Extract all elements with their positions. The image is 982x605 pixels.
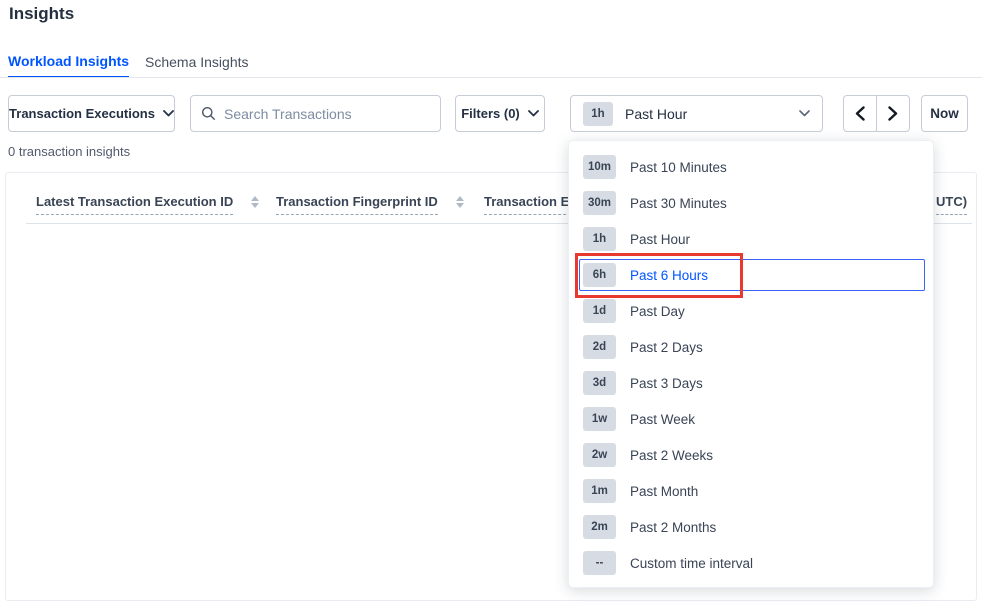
table-column-header[interactable]: Transaction Fingerprint ID [276,194,464,215]
interval-label: Past Month [630,484,698,499]
tab-schema-insights[interactable]: Schema Insights [145,45,249,78]
tabs-divider [0,77,982,78]
interval-label: Past Week [630,412,695,427]
interval-label: Custom time interval [630,556,753,571]
sort-icon [456,196,464,208]
interval-badge: 1m [583,479,616,503]
time-option-10m[interactable]: 10m Past 10 Minutes [569,149,933,185]
interval-badge: 1d [583,299,616,323]
interval-label: Past 6 Hours [630,268,708,283]
time-interval-picker-button[interactable]: 1h Past Hour [570,95,823,132]
chevron-down-icon [163,110,174,117]
search-input[interactable] [224,106,430,122]
page-title: Insights [9,4,74,24]
tab-bar: Workload Insights Schema Insights [0,45,982,78]
next-interval-button[interactable] [876,95,910,132]
interval-badge: 3d [583,371,616,395]
sort-icon [251,196,259,208]
time-option-2w[interactable]: 2w Past 2 Weeks [569,437,933,473]
interval-badge: 2m [583,515,616,539]
interval-label: Past 3 Days [630,376,703,391]
previous-interval-button[interactable] [843,95,877,132]
interval-label: Past 30 Minutes [630,196,727,211]
table-column-header[interactable]: UTC) [936,194,967,215]
interval-label: Past 10 Minutes [630,160,727,175]
time-interval-dropdown: 10m Past 10 Minutes 30m Past 30 Minutes … [568,140,934,588]
interval-label: Past 2 Days [630,340,703,355]
insights-count-status: 0 transaction insights [8,144,130,159]
filters-label: Filters (0) [461,106,520,121]
time-option-1d[interactable]: 1d Past Day [569,293,933,329]
search-icon [201,106,216,121]
interval-label: Past 2 Weeks [630,448,713,463]
table-column-header[interactable]: Latest Transaction Execution ID [36,194,259,215]
entity-select-label: Transaction Executions [9,106,155,121]
chevron-down-icon [528,110,539,117]
table-column-header[interactable]: Transaction Ex [484,194,576,215]
interval-badge: 30m [583,191,616,215]
chevron-right-icon [888,106,898,121]
entity-select-button[interactable]: Transaction Executions [8,95,175,132]
interval-badge: 6h [583,263,616,287]
time-option-6h[interactable]: 6h Past 6 Hours [569,257,933,293]
time-option-30m[interactable]: 30m Past 30 Minutes [569,185,933,221]
interval-badge: 2w [583,443,616,467]
time-option-3d[interactable]: 3d Past 3 Days [569,365,933,401]
filters-button[interactable]: Filters (0) [455,95,545,132]
time-option-1h[interactable]: 1h Past Hour [569,221,933,257]
interval-badge: -- [583,551,616,575]
now-button[interactable]: Now [921,95,968,132]
time-interval-badge: 1h [583,102,613,126]
interval-badge: 1h [583,227,616,251]
time-option-2d[interactable]: 2d Past 2 Days [569,329,933,365]
tab-workload-insights[interactable]: Workload Insights [8,45,129,78]
interval-badge: 2d [583,335,616,359]
chevron-left-icon [855,106,865,121]
interval-label: Past Day [630,304,685,319]
chevron-down-icon [799,110,810,117]
time-step-buttons [843,95,910,132]
time-interval-label: Past Hour [625,106,687,122]
interval-label: Past 2 Months [630,520,716,535]
interval-label: Past Hour [630,232,690,247]
time-option-1w[interactable]: 1w Past Week [569,401,933,437]
time-option---[interactable]: -- Custom time interval [569,545,933,581]
search-box [190,95,441,132]
interval-badge: 1w [583,407,616,431]
time-option-2m[interactable]: 2m Past 2 Months [569,509,933,545]
time-option-1m[interactable]: 1m Past Month [569,473,933,509]
interval-badge: 10m [583,155,616,179]
